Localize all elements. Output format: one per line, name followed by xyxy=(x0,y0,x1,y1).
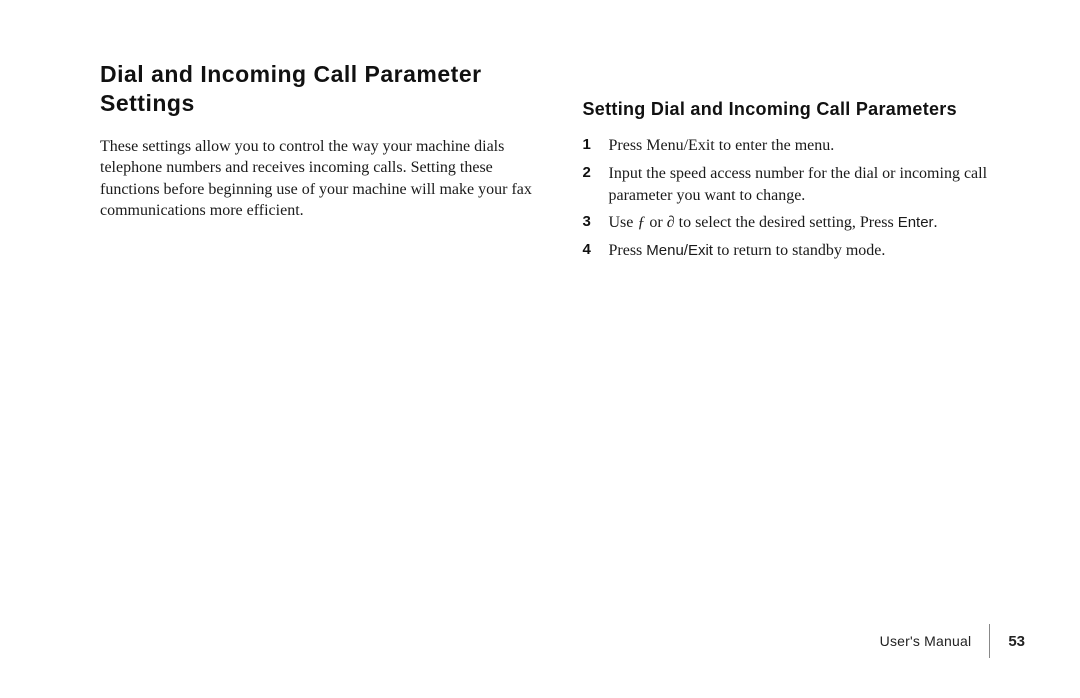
step-3: 3 Use ƒ or ∂ to select the desired setti… xyxy=(583,212,1026,234)
text-segment: . xyxy=(934,214,938,231)
subtitle-rest: ial and Incoming Call Parameters xyxy=(664,99,957,119)
step-number: 4 xyxy=(583,240,601,260)
intro-paragraph: These settings allow you to control the … xyxy=(100,136,543,222)
step-number: 1 xyxy=(583,135,601,155)
right-column: Setting Dial and Incoming Call Parameter… xyxy=(583,60,1026,658)
text-segment: Use xyxy=(609,214,638,231)
step-4: 4 Press Menu/Exit to return to standby m… xyxy=(583,240,1026,262)
enter-key-label: Enter xyxy=(898,214,934,231)
title-text: ial and Incoming Call Parameter Settings xyxy=(100,61,482,116)
text-segment: Press xyxy=(609,242,647,259)
step-number: 2 xyxy=(583,163,601,183)
step-2: 2 Input the speed access number for the … xyxy=(583,163,1026,206)
section-title: Dial and Incoming Call Parameter Setting… xyxy=(100,60,543,118)
steps-list: 1 Press Menu/Exit to enter the menu. 2 I… xyxy=(583,135,1026,261)
footer-divider xyxy=(989,624,990,658)
two-column-layout: Dial and Incoming Call Parameter Setting… xyxy=(100,60,1025,658)
step-text: Input the speed access number for the di… xyxy=(609,163,1026,206)
page-number: 53 xyxy=(1008,633,1025,650)
text-segment: User's xyxy=(880,633,925,649)
text-segment: anual xyxy=(936,633,971,649)
step-1: 1 Press Menu/Exit to enter the menu. xyxy=(583,135,1026,157)
step-number: 3 xyxy=(583,212,601,232)
step-text: Press Menu/Exit to enter the menu. xyxy=(609,135,835,157)
text-segment: to return to standby mode. xyxy=(713,242,885,259)
menu-exit-key-label: Menu/Exit xyxy=(646,242,713,259)
down-arrow-symbol: ∂ xyxy=(667,214,675,231)
step-text: Use ƒ or ∂ to select the desired setting… xyxy=(609,212,938,234)
left-column: Dial and Incoming Call Parameter Setting… xyxy=(100,60,543,658)
text-segment: or xyxy=(645,214,666,231)
subtitle-d: D xyxy=(651,99,664,119)
title-dropcap: D xyxy=(100,61,117,87)
subsection-title: Setting Dial and Incoming Call Parameter… xyxy=(583,98,1026,121)
step-text: Press Menu/Exit to return to standby mod… xyxy=(609,240,886,262)
page-footer: User's Manual 53 xyxy=(880,624,1025,658)
manual-page: Dial and Incoming Call Parameter Setting… xyxy=(0,0,1080,698)
text-segment: M xyxy=(924,633,936,649)
subtitle-pre: Setting xyxy=(583,99,651,119)
text-segment: to select the desired setting, Press xyxy=(675,214,898,231)
footer-label: User's Manual xyxy=(880,633,990,649)
